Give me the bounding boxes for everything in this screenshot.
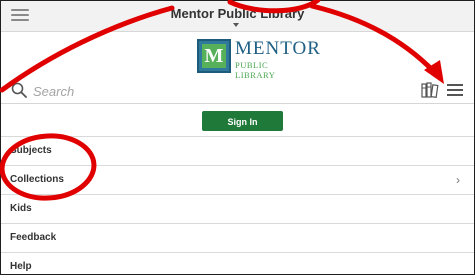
top-bar: Mentor Public Library [1,1,474,32]
nav-item-label: Feedback [10,232,57,243]
menu-icon[interactable] [447,83,463,97]
search-icon[interactable] [11,82,27,98]
nav-item-label: Kids [10,203,32,214]
nav-item-help[interactable]: Help [1,252,474,274]
app-frame: Mentor Public Library M MENTOR PUBLIC LI… [0,0,475,275]
sign-in-button[interactable]: Sign In [202,111,283,131]
nav-item-label: Subjects [10,145,52,156]
bookshelf-icon[interactable] [421,82,439,98]
nav-item-kids[interactable]: Kids [1,194,474,223]
logo-mark: M [197,39,231,73]
nav-list: Subjects Collections › Kids Feedback Hel… [1,136,474,274]
logo-mark-letter: M [202,44,226,68]
library-logo[interactable]: M MENTOR PUBLIC LIBRARY [197,39,320,80]
nav-item-subjects[interactable]: Subjects [1,136,474,165]
nav-item-feedback[interactable]: Feedback [1,223,474,252]
nav-item-collections[interactable]: Collections › [1,165,474,194]
nav-item-label: Collections [10,174,64,185]
logo-name: MENTOR [235,38,321,59]
chevron-right-icon: › [456,173,460,187]
library-title[interactable]: Mentor Public Library [1,6,474,21]
logo-subtitle: PUBLIC LIBRARY [235,60,276,80]
search-input[interactable] [33,81,333,101]
search-bar [1,79,474,104]
chevron-down-icon [233,23,239,27]
nav-item-label: Help [10,261,32,272]
